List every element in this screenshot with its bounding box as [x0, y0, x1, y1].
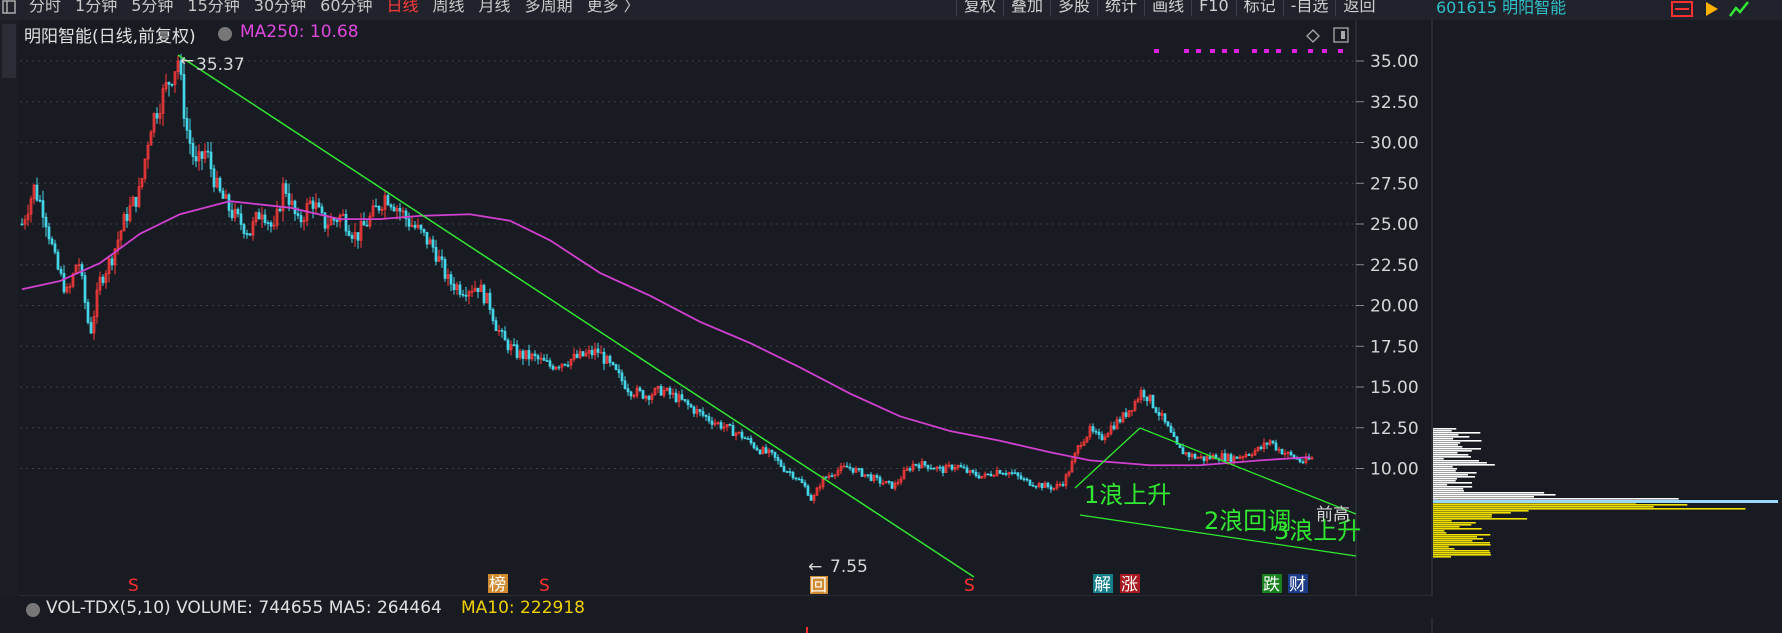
- signal-jie[interactable]: 解: [1094, 575, 1111, 595]
- signal-cai[interactable]: 财: [1289, 575, 1306, 595]
- trend-lines: [177, 54, 1357, 578]
- volume-ma10: MA10: 222918: [461, 598, 585, 618]
- volume-indicator: VOL-TDX(5,10) VOLUME: 744655 MA5: 264464: [46, 598, 442, 618]
- left-scroll-thumb[interactable]: [2, 24, 16, 78]
- price-axis: 35.00 32.50 30.00 27.50 25.00 22.50 20.00 17.50…: [1370, 52, 1419, 480]
- price-tick-label: 27.50: [1370, 174, 1419, 194]
- kline-chart[interactable]: 35.00 32.50 30.00 27.50 25.00 22.50 20.00 17.50…: [0, 0, 1782, 633]
- grid-lines: [20, 60, 1364, 469]
- upper-channel-line[interactable]: [1139, 427, 1357, 515]
- signal-s-1[interactable]: S: [128, 576, 139, 596]
- low-annotation: 7.55: [830, 557, 868, 577]
- event-markers: [1154, 49, 1343, 53]
- signal-s-2[interactable]: S: [539, 576, 550, 596]
- panel-icon[interactable]: [1333, 27, 1349, 43]
- price-tick-label: 20.00: [1370, 297, 1419, 317]
- signal-s-3[interactable]: S: [964, 576, 975, 596]
- price-tick-label: 30.00: [1370, 134, 1419, 154]
- prev-high-label: 前高: [1316, 505, 1350, 525]
- signal-hui[interactable]: 回: [810, 576, 827, 596]
- svg-text:←: ←: [180, 51, 194, 71]
- candlesticks: [20, 53, 1314, 504]
- wave1-label: 1浪上升: [1084, 481, 1171, 509]
- price-tick-label: 12.50: [1370, 419, 1419, 439]
- volume-profile: [1433, 428, 1778, 558]
- volume-toggle-icon[interactable]: [26, 603, 40, 617]
- price-tick-label: 10.00: [1370, 460, 1419, 480]
- svg-text:←: ←: [808, 557, 822, 577]
- left-scroll-track[interactable]: [0, 20, 18, 596]
- signal-markers: S 榜 S 回 S 解 涨 跌 财: [128, 574, 1308, 596]
- signal-bang[interactable]: 榜: [489, 575, 506, 595]
- price-tick-label: 15.00: [1370, 378, 1419, 398]
- price-tick-label: 35.00: [1370, 52, 1419, 72]
- signal-die[interactable]: 跌: [1263, 575, 1280, 595]
- high-annotation: 35.37: [196, 55, 245, 75]
- main-downtrend-line[interactable]: [177, 54, 975, 578]
- diamond-icon[interactable]: [1306, 29, 1320, 43]
- signal-zhang[interactable]: 涨: [1121, 575, 1138, 595]
- price-tick-label: 25.00: [1370, 215, 1419, 235]
- price-tick-label: 32.50: [1370, 93, 1419, 113]
- price-tick-label: 17.50: [1370, 337, 1419, 357]
- price-tick-label: 22.50: [1370, 256, 1419, 276]
